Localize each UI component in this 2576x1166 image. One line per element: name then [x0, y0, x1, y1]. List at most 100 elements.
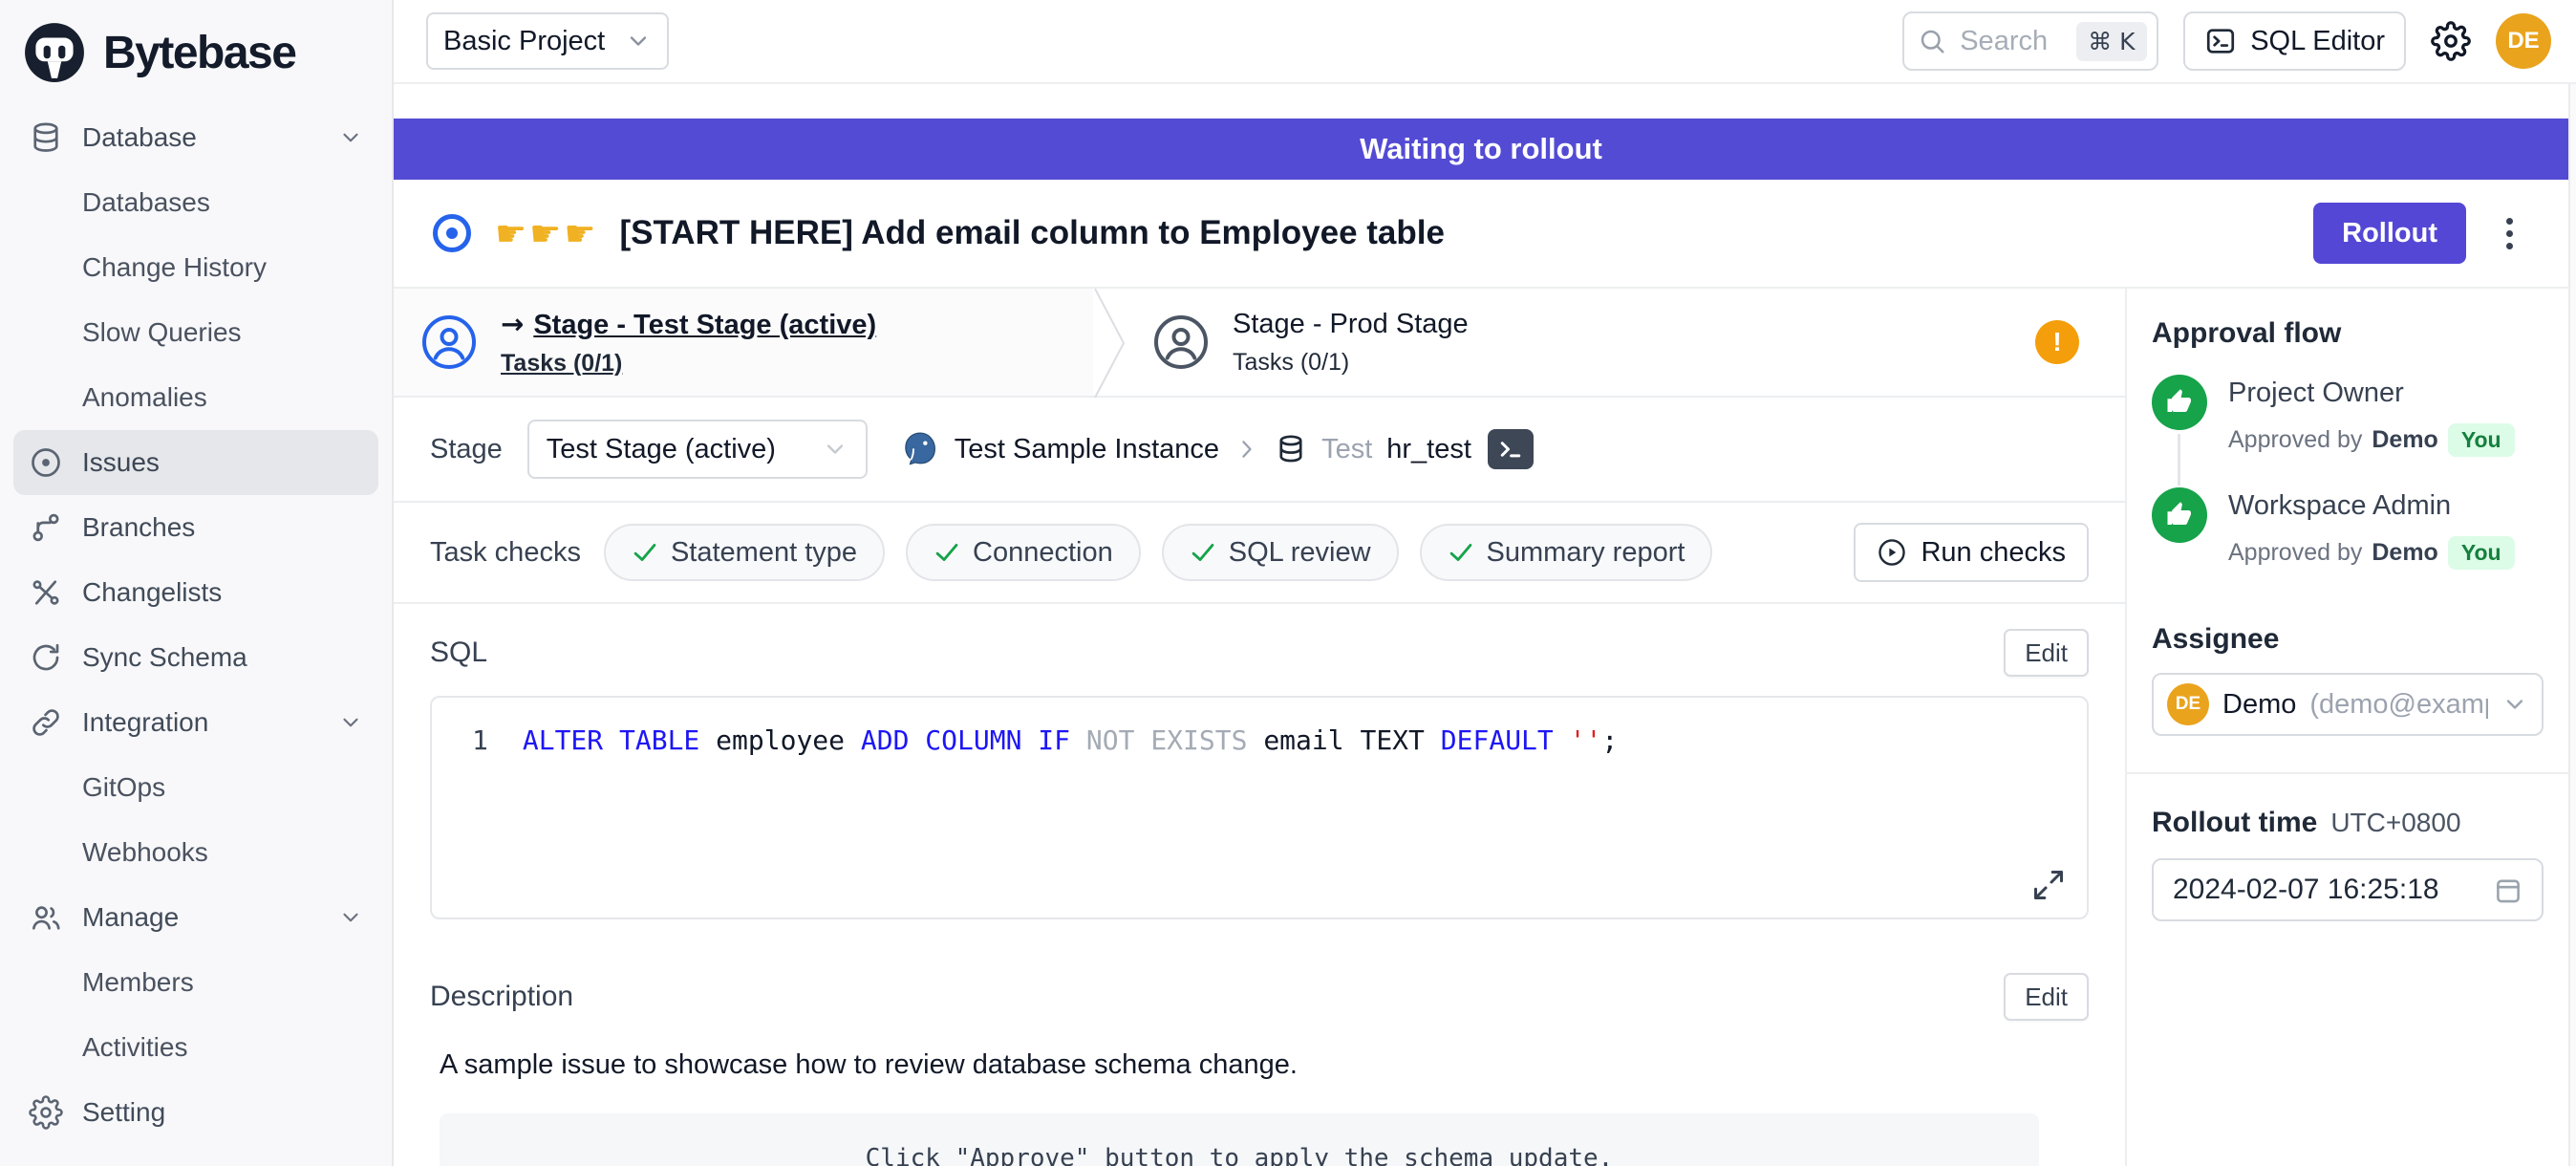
check-pill-sql-review[interactable]: SQL review — [1162, 524, 1399, 581]
sidebar-item-label: Changelists — [82, 577, 222, 608]
sql-editor[interactable]: 1ALTER TABLE employee ADD COLUMN IF NOT … — [430, 696, 2089, 919]
database-cylinder-icon — [1275, 433, 1307, 465]
check-pill-label: Statement type — [671, 537, 857, 569]
content-split: →Stage - Test Stage (active) Tasks (0/1) — [394, 289, 2568, 1166]
check-pills: Statement type Connection SQL review — [604, 524, 1712, 581]
sidebar-item-members[interactable]: Members — [13, 950, 378, 1015]
stage-select-row: Stage Test Stage (active) Test Sample In… — [394, 398, 2125, 503]
description-text: A sample issue to showcase how to review… — [440, 1049, 2089, 1081]
description-heading: Description — [430, 981, 573, 1013]
check-pill-statement-type[interactable]: Statement type — [604, 524, 885, 581]
sidebar-item-changelists[interactable]: Changelists — [13, 560, 378, 625]
stage-card-prod[interactable]: Stage - Prod Stage Tasks (0/1) ! — [1126, 289, 2125, 396]
sql-edit-button[interactable]: Edit — [2004, 629, 2089, 677]
stage-card-test[interactable]: →Stage - Test Stage (active) Tasks (0/1) — [394, 289, 1093, 396]
sidebar-item-setting[interactable]: Setting — [13, 1080, 378, 1145]
scrollbar-gutter[interactable] — [2568, 84, 2576, 1166]
settings-gear-icon[interactable] — [2431, 21, 2471, 61]
sidebar-item-slow-queries[interactable]: Slow Queries — [13, 300, 378, 365]
check-pill-label: Summary report — [1487, 537, 1685, 569]
approval-step-text: Project Owner Approved by Demo You — [2228, 375, 2515, 457]
assignee-select[interactable]: DE Demo (demo@example — [2152, 673, 2544, 736]
user-avatar[interactable]: DE — [2496, 13, 2551, 69]
sql-section: SQL Edit 1ALTER TABLE employee ADD COLUM… — [394, 604, 2125, 919]
sidebar-item-databases[interactable]: Databases — [13, 170, 378, 235]
open-sql-editor-chip[interactable] — [1488, 429, 1534, 469]
sql-heading: SQL — [430, 637, 487, 669]
rollout-time-label: Rollout time — [2152, 807, 2317, 839]
approved-by-label: Approved by — [2228, 426, 2362, 454]
sql-token: DEFAULT — [1441, 724, 1554, 756]
changelist-icon — [29, 575, 63, 610]
run-checks-button[interactable]: Run checks — [1854, 523, 2089, 582]
users-icon — [29, 900, 63, 935]
description-header: Description Edit — [430, 973, 2089, 1021]
database-name-link[interactable]: hr_test — [1386, 434, 1471, 465]
check-pill-summary-report[interactable]: Summary report — [1420, 524, 1713, 581]
sidebar-item-label: Database — [82, 122, 197, 153]
expand-icon[interactable] — [2031, 868, 2066, 902]
sidebar-item-label: Issues — [82, 447, 160, 478]
thumbs-up-icon — [2152, 487, 2207, 543]
project-select[interactable]: Basic Project — [426, 12, 669, 70]
search-shortcut-badge: ⌘ K — [2076, 22, 2146, 61]
description-edit-button[interactable]: Edit — [2004, 973, 2089, 1021]
sidebar-item-gitops[interactable]: GitOps — [13, 755, 378, 820]
sidebar-item-label: Manage — [82, 902, 179, 933]
app-title: Bytebase — [103, 27, 295, 79]
panel-divider — [2127, 772, 2568, 774]
bytebase-app: Bytebase Database Databases Change Histo… — [0, 0, 2576, 1166]
stage-select[interactable]: Test Stage (active) — [527, 420, 868, 479]
chevron-down-icon — [625, 28, 652, 54]
sql-editor-button[interactable]: SQL Editor — [2183, 11, 2406, 71]
sidebar-item-issues[interactable]: Issues — [13, 430, 378, 495]
database-breadcrumb: Test Sample Instance Test hr_test — [900, 429, 1534, 469]
rollout-time-field[interactable] — [2152, 858, 2544, 921]
approver-name: Demo — [2372, 426, 2437, 454]
sidebar-item-activities[interactable]: Activities — [13, 1015, 378, 1080]
issue-title-row: ☛☛☛ [START HERE] Add email column to Emp… — [394, 180, 2568, 289]
check-pill-connection[interactable]: Connection — [906, 524, 1141, 581]
stage-name-link[interactable]: Stage - Test Stage (active) — [533, 310, 876, 340]
sidebar-item-label: Sync Schema — [82, 642, 247, 673]
approval-role: Workspace Admin — [2228, 490, 2515, 522]
stage-tasks-link[interactable]: Tasks (0/1) — [501, 350, 876, 378]
check-icon — [632, 539, 658, 566]
topbar: Basic Project ⌘ K SQL Editor DE — [394, 0, 2576, 84]
sidebar: Bytebase Database Databases Change Histo… — [0, 0, 394, 1166]
branch-icon — [29, 510, 63, 545]
description-code-block: Click "Approve" button to apply the sche… — [440, 1113, 2039, 1166]
chevron-down-icon — [338, 710, 363, 735]
main-area: Basic Project ⌘ K SQL Editor DE Waiting … — [394, 0, 2576, 1166]
rollout-button[interactable]: Rollout — [2313, 203, 2466, 264]
rollout-time-input[interactable] — [2171, 873, 2482, 907]
sidebar-item-database[interactable]: Database — [13, 105, 378, 170]
search-box[interactable]: ⌘ K — [1902, 11, 2158, 71]
sidebar-item-branches[interactable]: Branches — [13, 495, 378, 560]
sidebar-item-anomalies[interactable]: Anomalies — [13, 365, 378, 430]
chevron-down-icon — [2501, 691, 2528, 718]
calendar-icon[interactable] — [2492, 874, 2524, 906]
sidebar-item-change-history[interactable]: Change History — [13, 235, 378, 300]
sidebar-item-integration[interactable]: Integration — [13, 690, 378, 755]
sidebar-item-sync-schema[interactable]: Sync Schema — [13, 625, 378, 690]
sidebar-item-label: Activities — [82, 1032, 187, 1063]
check-pill-label: Connection — [973, 537, 1113, 569]
thumbs-up-icon — [2152, 375, 2207, 430]
sidebar-item-manage[interactable]: Manage — [13, 885, 378, 950]
sidebar-item-label: GitOps — [82, 772, 165, 803]
search-icon — [1918, 27, 1946, 55]
issue-open-icon — [430, 211, 474, 255]
search-input[interactable] — [1958, 25, 2065, 58]
postgresql-icon — [900, 429, 940, 469]
line-number: 1 — [472, 724, 488, 756]
task-checks-label: Task checks — [430, 537, 581, 569]
terminal-icon — [2204, 25, 2237, 57]
instance-name-link[interactable]: Test Sample Instance — [955, 434, 1219, 465]
chevron-down-icon — [822, 436, 848, 463]
sql-token: NOT EXISTS — [1070, 724, 1247, 756]
rollout-time-label-row: Rollout time UTC+0800 — [2152, 807, 2544, 839]
sidebar-item-webhooks[interactable]: Webhooks — [13, 820, 378, 885]
kebab-menu-icon[interactable] — [2499, 210, 2521, 257]
logo[interactable]: Bytebase — [0, 0, 392, 97]
